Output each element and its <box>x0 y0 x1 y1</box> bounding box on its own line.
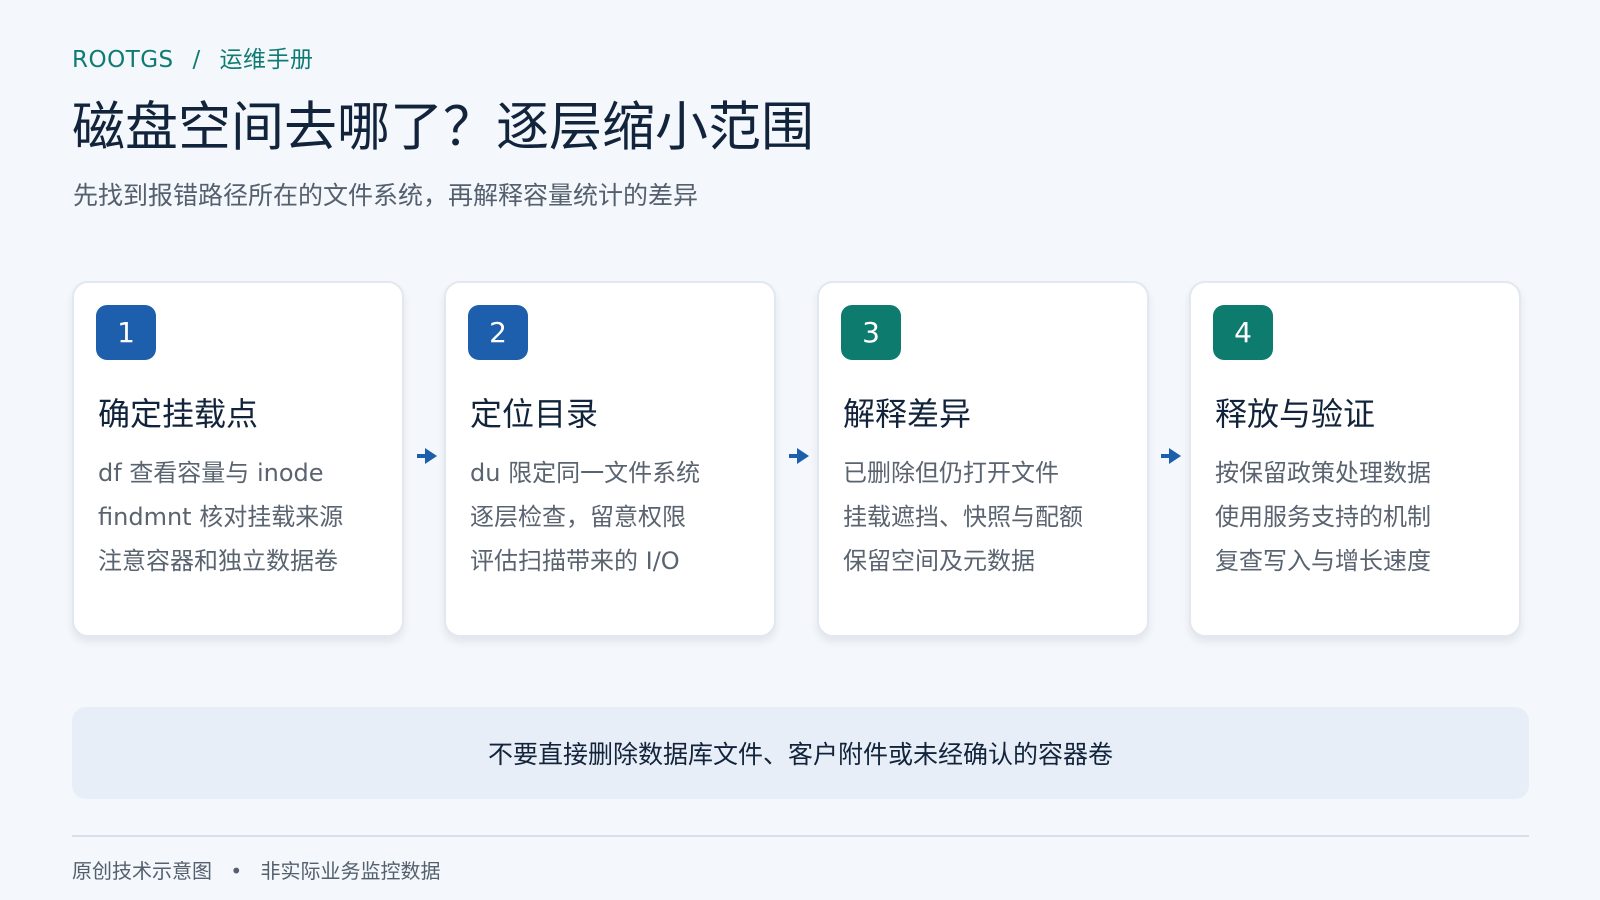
step-detail-list: 已删除但仍打开文件 挂载遮挡、快照与配额 保留空间及元数据 <box>843 451 1083 583</box>
step-card-4: 4 释放与验证 按保留政策处理数据 使用服务支持的机制 复查写入与增长速度 <box>1189 281 1521 637</box>
footer-divider <box>72 835 1529 837</box>
step-card-3: 3 解释差异 已删除但仍打开文件 挂载遮挡、快照与配额 保留空间及元数据 <box>817 281 1149 637</box>
step-detail: 使用服务支持的机制 <box>1215 503 1431 531</box>
arrow-right-icon <box>417 448 437 464</box>
step-detail: du 限定同一文件系统 <box>470 459 701 487</box>
breadcrumb-separator: / <box>192 47 201 73</box>
page-title: 磁盘空间去哪了？逐层缩小范围 <box>72 97 814 158</box>
step-title: 解释差异 <box>843 395 972 433</box>
page: ROOTGS / 运维手册 磁盘空间去哪了？逐层缩小范围 先找到报错路径所在的文… <box>0 0 1600 900</box>
step-number-badge: 4 <box>1213 305 1273 360</box>
footer: 原创技术示意图 • 非实际业务监控数据 <box>72 855 441 884</box>
step-detail: 注意容器和独立数据卷 <box>98 547 338 575</box>
step-detail: 已删除但仍打开文件 <box>843 459 1059 487</box>
step-detail: df 查看容量与 inode <box>98 459 324 487</box>
page-subtitle: 先找到报错路径所在的文件系统，再解释容量统计的差异 <box>73 181 699 210</box>
step-detail: 评估扫描带来的 I/O <box>470 547 680 575</box>
step-number-badge: 1 <box>96 305 156 360</box>
step-detail-list: df 查看容量与 inode findmnt 核对挂载来源 注意容器和独立数据卷 <box>98 451 343 583</box>
step-title: 释放与验证 <box>1215 395 1376 433</box>
step-detail: 保留空间及元数据 <box>843 547 1035 575</box>
step-title: 定位目录 <box>470 395 599 433</box>
step-card-2: 2 定位目录 du 限定同一文件系统 逐层检查，留意权限 评估扫描带来的 I/O <box>444 281 776 637</box>
step-number-badge: 3 <box>841 305 901 360</box>
step-detail: findmnt 核对挂载来源 <box>98 503 344 531</box>
breadcrumb-brand[interactable]: ROOTGS <box>72 47 174 73</box>
footer-disclaimer: 非实际业务监控数据 <box>260 859 441 883</box>
step-detail: 挂载遮挡、快照与配额 <box>843 503 1083 531</box>
arrow-right-icon <box>1161 448 1181 464</box>
step-detail-list: du 限定同一文件系统 逐层检查，留意权限 评估扫描带来的 I/O <box>470 451 700 583</box>
arrow-right-icon <box>789 448 809 464</box>
warning-text: 不要直接删除数据库文件、客户附件或未经确认的容器卷 <box>487 740 1113 769</box>
step-detail: 复查写入与增长速度 <box>1215 547 1431 575</box>
footer-note: 原创技术示意图 <box>72 859 212 883</box>
step-title: 确定挂载点 <box>98 395 259 433</box>
footer-separator: • <box>230 859 243 883</box>
step-detail-list: 按保留政策处理数据 使用服务支持的机制 复查写入与增长速度 <box>1215 451 1431 583</box>
step-number-badge: 2 <box>468 305 528 360</box>
warning-banner: 不要直接删除数据库文件、客户附件或未经确认的容器卷 <box>72 707 1529 799</box>
step-detail: 逐层检查，留意权限 <box>470 503 686 531</box>
breadcrumb: ROOTGS / 运维手册 <box>72 40 314 74</box>
step-detail: 按保留政策处理数据 <box>1215 459 1431 487</box>
breadcrumb-section[interactable]: 运维手册 <box>220 47 314 73</box>
step-card-1: 1 确定挂载点 df 查看容量与 inode findmnt 核对挂载来源 注意… <box>72 281 404 637</box>
